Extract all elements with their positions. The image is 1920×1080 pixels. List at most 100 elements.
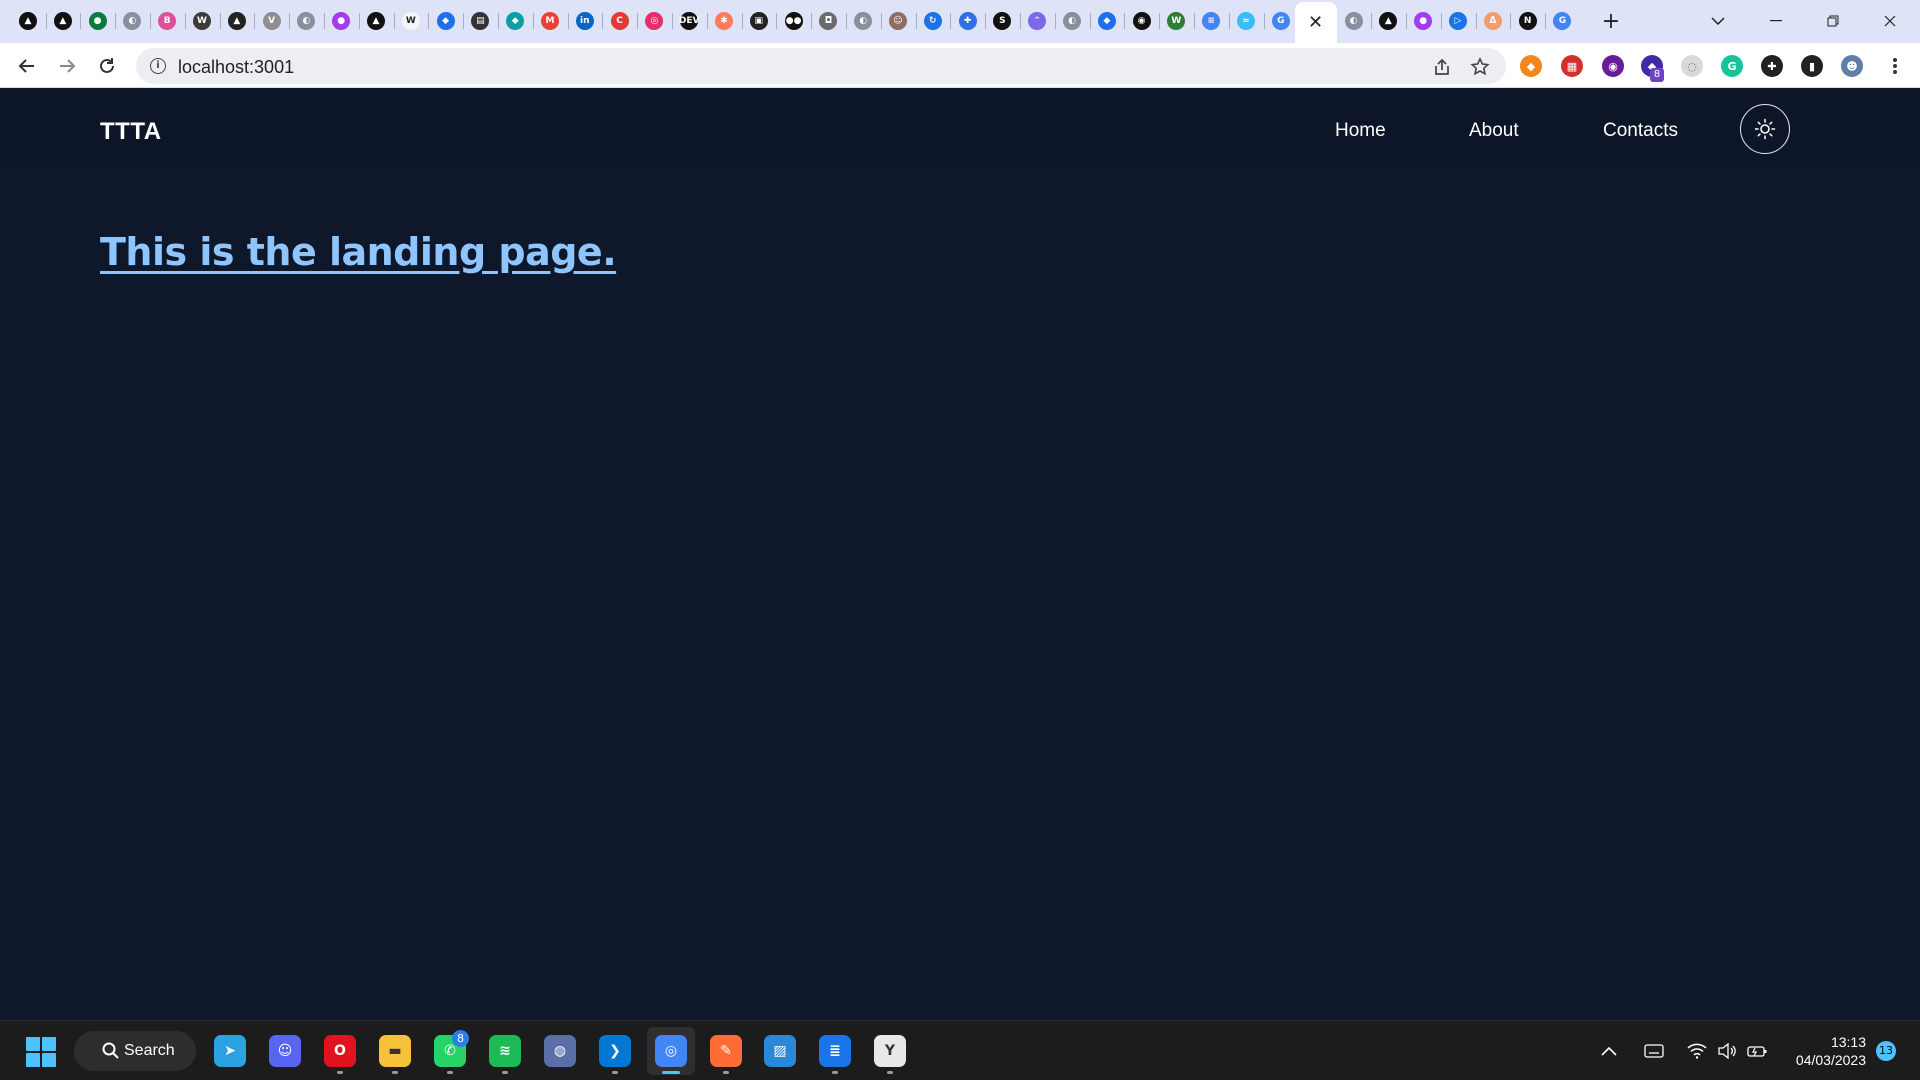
restore-icon[interactable] xyxy=(1813,6,1853,36)
browser-tab[interactable]: ☺ xyxy=(881,7,915,35)
browser-tab[interactable]: ✚ xyxy=(951,7,985,35)
browser-tab[interactable]: ↻ xyxy=(916,7,950,35)
browser-tab[interactable]: B xyxy=(150,7,184,35)
nav-home-link[interactable]: Home xyxy=(1335,120,1386,142)
address-bar[interactable]: i localhost:3001 xyxy=(136,48,1506,84)
browser-tab[interactable]: ▷ xyxy=(1441,7,1475,35)
browser-tab[interactable]: in xyxy=(568,7,602,35)
browser-tab[interactable]: ◐ xyxy=(846,7,880,35)
browser-tab[interactable]: ⌃ xyxy=(1020,7,1054,35)
browser-tab[interactable]: ≈ xyxy=(1229,7,1263,35)
nav-contacts-link[interactable]: Contacts xyxy=(1603,120,1678,142)
red-ext-icon[interactable]: ▦ xyxy=(1561,55,1583,77)
minimize-icon[interactable] xyxy=(1756,6,1796,36)
browser-tab[interactable]: S xyxy=(985,7,1019,35)
address-bar-url[interactable]: localhost:3001 xyxy=(178,57,294,78)
browser-tab[interactable]: ◎ xyxy=(637,7,671,35)
close-tab-icon[interactable]: ✕ xyxy=(1308,12,1323,33)
browser-tab[interactable]: ◐ xyxy=(1055,7,1089,35)
bookmark-star-icon[interactable] xyxy=(1469,56,1491,78)
browser-tab[interactable]: ● xyxy=(324,7,358,35)
keyboard-icon[interactable] xyxy=(1642,1039,1666,1063)
browser-tab[interactable]: ◐ xyxy=(115,7,149,35)
metamask-icon[interactable]: ◆ xyxy=(1520,55,1542,77)
close-window-icon[interactable] xyxy=(1870,6,1910,36)
reload-button[interactable] xyxy=(92,51,122,81)
browser-tab[interactable]: ≡ xyxy=(1194,7,1228,35)
site-logo[interactable]: TTTA xyxy=(100,118,162,146)
browser-tab[interactable]: W xyxy=(1159,7,1193,35)
remote-desktop-icon[interactable]: ▨ xyxy=(764,1035,796,1067)
share-icon[interactable] xyxy=(1431,56,1453,78)
opera-icon[interactable]: O xyxy=(324,1035,356,1067)
landing-headline-link[interactable]: This is the landing page. xyxy=(100,230,617,274)
discord-icon[interactable]: ☺ xyxy=(269,1035,301,1067)
browser-tab[interactable]: ◆ xyxy=(429,7,463,35)
browser-tab[interactable]: ◆ xyxy=(498,7,532,35)
taskbar-clock[interactable]: 13:13 04/03/2023 xyxy=(1786,1033,1866,1069)
browser-tab[interactable]: C xyxy=(603,7,637,35)
taskbar-search[interactable]: Search xyxy=(74,1031,196,1071)
browser-tab[interactable]: M xyxy=(533,7,567,35)
browser-tab[interactable]: ◘ xyxy=(811,7,845,35)
browser-toolbar: i localhost:3001 ◆ ▦ ◉ ◆ ◌ G ✚ ▮ ☻ xyxy=(0,43,1920,88)
browser-tab[interactable]: W xyxy=(394,7,428,35)
nav-about-link[interactable]: About xyxy=(1469,120,1519,142)
chevron-up-icon[interactable] xyxy=(1598,1039,1620,1063)
start-button[interactable] xyxy=(26,1037,56,1067)
wifi-icon[interactable] xyxy=(1686,1039,1708,1063)
browser-tab[interactable]: ▲ xyxy=(220,7,254,35)
messenger-icon: ● xyxy=(1414,12,1433,30)
browser-tab[interactable]: ᐃ xyxy=(1476,7,1510,35)
new-tab-button[interactable]: + xyxy=(1598,8,1624,34)
spotify-icon[interactable]: ≋ xyxy=(489,1035,521,1067)
browser-tab[interactable]: N xyxy=(1511,7,1545,35)
ledger-icon: ▤ xyxy=(471,12,490,30)
browser-tab[interactable]: ▲ xyxy=(359,7,393,35)
browser-tab[interactable]: ◐ xyxy=(289,7,323,35)
browser-tab[interactable]: ●● xyxy=(777,7,811,35)
browser-tab[interactable]: G xyxy=(1264,7,1298,35)
clock-app-icon[interactable]: Y xyxy=(874,1035,906,1067)
globe-app-icon[interactable]: ◍ xyxy=(544,1035,576,1067)
theme-toggle-button[interactable] xyxy=(1740,104,1790,154)
browser-tab[interactable]: ◆ xyxy=(1090,7,1124,35)
sidepanel-icon[interactable]: ▮ xyxy=(1801,55,1823,77)
globe-icon: ◐ xyxy=(854,12,873,30)
back-button[interactable] xyxy=(12,51,42,81)
file-explorer-icon[interactable]: ▬ xyxy=(379,1035,411,1067)
profile-avatar-icon[interactable]: ☻ xyxy=(1841,55,1863,77)
browser-tab[interactable]: ● xyxy=(81,7,115,35)
chrome-icon[interactable]: ◎ xyxy=(655,1035,687,1067)
browser-tab[interactable]: ● xyxy=(1406,7,1440,35)
browser-tab[interactable]: ◉ xyxy=(1125,7,1159,35)
forward-button[interactable] xyxy=(52,51,82,81)
notification-count-badge[interactable]: 13 xyxy=(1876,1041,1896,1061)
browser-menu-button[interactable] xyxy=(1880,51,1910,81)
docs-icon: ≡ xyxy=(1202,12,1221,30)
browser-tab[interactable]: DEV xyxy=(672,7,706,35)
browser-tab[interactable]: ▲ xyxy=(46,7,80,35)
tab-search-chevron-icon[interactable] xyxy=(1698,6,1738,36)
browser-tab[interactable]: ▲ xyxy=(1371,7,1405,35)
docs-app-icon[interactable]: ≣ xyxy=(819,1035,851,1067)
timer-icon[interactable]: ◌ xyxy=(1681,55,1703,77)
browser-tab[interactable]: ▣ xyxy=(742,7,776,35)
puzzle-ext-icon[interactable]: ✚ xyxy=(1761,55,1783,77)
browser-tab[interactable]: ✱ xyxy=(707,7,741,35)
browser-tab[interactable]: ◐ xyxy=(1337,7,1371,35)
grammarly-icon[interactable]: G xyxy=(1721,55,1743,77)
browser-tab[interactable]: W xyxy=(185,7,219,35)
postman-icon[interactable]: ✎ xyxy=(710,1035,742,1067)
color-ring-icon[interactable]: ◉ xyxy=(1602,55,1624,77)
telegram-icon[interactable]: ➤ xyxy=(214,1035,246,1067)
browser-tab[interactable]: V xyxy=(255,7,289,35)
browser-tab[interactable]: ▤ xyxy=(463,7,497,35)
site-info-icon[interactable]: i xyxy=(150,58,166,74)
browser-tab[interactable]: G xyxy=(1545,7,1579,35)
battery-icon[interactable] xyxy=(1746,1039,1768,1063)
volume-icon[interactable] xyxy=(1716,1039,1738,1063)
browser-tab-active[interactable]: ✕ xyxy=(1294,2,1337,43)
browser-tab[interactable]: ▲ xyxy=(11,7,45,35)
vscode-icon[interactable]: ❯ xyxy=(599,1035,631,1067)
